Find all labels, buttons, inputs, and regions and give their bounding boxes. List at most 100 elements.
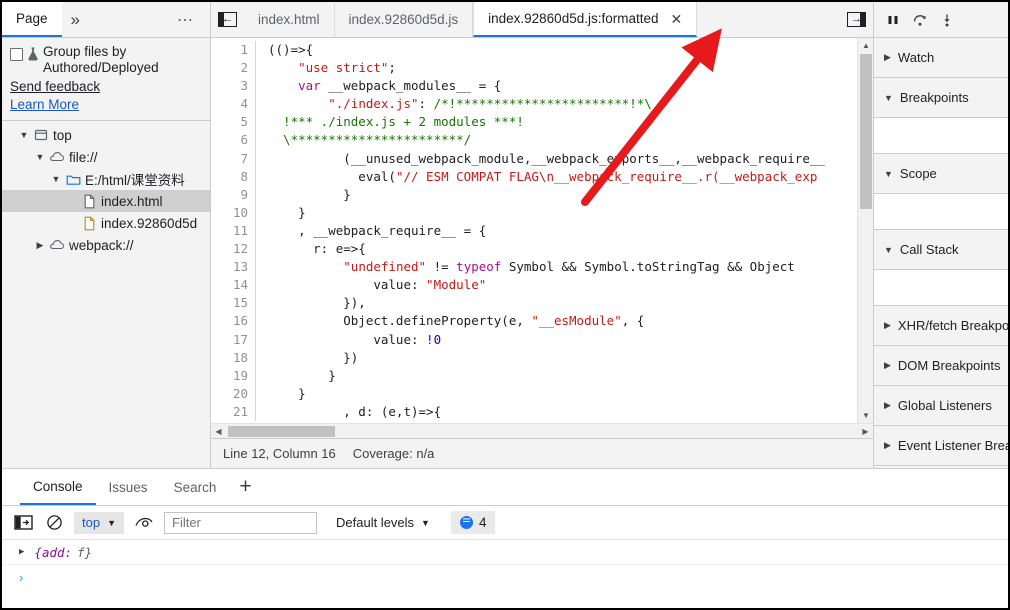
- tree-item-webpack-protocol[interactable]: ▶ webpack://: [2, 234, 210, 256]
- line-number[interactable]: 18: [211, 349, 255, 367]
- step-into-icon[interactable]: [940, 13, 954, 27]
- line-number[interactable]: 2: [211, 59, 255, 77]
- tree-item-index-js[interactable]: ▶ index.92860d5d: [2, 212, 210, 234]
- line-number[interactable]: 9: [211, 186, 255, 204]
- code-line-text: "./index.js": /*!***********************…: [328, 96, 652, 112]
- console-sidebar-icon[interactable]: [12, 512, 34, 534]
- execution-context-selector[interactable]: top ▼: [74, 511, 124, 534]
- line-number[interactable]: 20: [211, 385, 255, 403]
- console-message-function: f}: [77, 544, 93, 560]
- chevron-down-icon[interactable]: ▼: [16, 130, 32, 140]
- editor-tabbar-filler: [697, 2, 840, 37]
- console-message[interactable]: ▶ {add: f}: [2, 540, 1008, 565]
- chevron-down-icon[interactable]: ▼: [48, 174, 64, 184]
- chevron-right-icon[interactable]: ▶: [884, 360, 891, 371]
- group-files-row[interactable]: Group files by Authored/Deployed: [2, 38, 210, 78]
- live-expression-icon[interactable]: [133, 512, 155, 534]
- chevron-right-icon[interactable]: ▶: [884, 52, 891, 63]
- editor-tab-index-js-formatted[interactable]: index.92860d5d.js:formatted ✕: [473, 2, 698, 37]
- line-number[interactable]: 19: [211, 367, 255, 385]
- editor-vertical-scrollbar[interactable]: ▲ ▼: [857, 38, 873, 423]
- editor-tab-index-js[interactable]: index.92860d5d.js: [334, 2, 474, 37]
- editor-tab-index-html[interactable]: index.html: [244, 2, 335, 37]
- debugger-section-watch[interactable]: ▶ Watch: [874, 38, 1008, 78]
- debugger-section-breakpoints[interactable]: ▼ Breakpoints: [874, 78, 1008, 118]
- chevron-right-icon[interactable]: ▶: [884, 400, 891, 411]
- chevron-double-right-icon[interactable]: »: [62, 2, 88, 37]
- scroll-left-icon[interactable]: ◀: [211, 424, 226, 439]
- clear-console-icon[interactable]: [43, 512, 65, 534]
- tab-search[interactable]: Search: [161, 469, 230, 505]
- line-number[interactable]: 7: [211, 150, 255, 168]
- chevron-right-icon[interactable]: ▶: [884, 320, 891, 331]
- console-input-prompt[interactable]: ›: [2, 565, 1008, 589]
- message-count-badge[interactable]: 4: [450, 511, 496, 534]
- line-number[interactable]: 4: [211, 95, 255, 113]
- pause-icon[interactable]: [886, 13, 900, 27]
- chevron-down-icon[interactable]: ▼: [884, 169, 893, 179]
- debugger-section-xhr-fetch-breakpoints[interactable]: ▶ XHR/fetch Breakpoints: [874, 306, 1008, 346]
- group-files-checkbox[interactable]: [10, 48, 23, 61]
- line-number[interactable]: 10: [211, 204, 255, 222]
- line-number[interactable]: 16: [211, 312, 255, 330]
- log-levels-selector[interactable]: Default levels ▼: [336, 515, 430, 530]
- tree-item-top[interactable]: ▼ top: [2, 124, 210, 146]
- line-number[interactable]: 11: [211, 222, 255, 240]
- line-number[interactable]: 17: [211, 331, 255, 349]
- tab-console[interactable]: Console: [20, 469, 96, 505]
- tree-item-folder[interactable]: ▼ E:/html/课堂资料: [2, 168, 210, 190]
- chevron-down-icon[interactable]: ▼: [884, 93, 893, 103]
- scroll-down-icon[interactable]: ▼: [858, 408, 873, 423]
- log-levels-label: Default levels: [336, 515, 415, 530]
- tab-issues[interactable]: Issues: [96, 469, 161, 505]
- scroll-right-icon[interactable]: ▶: [858, 424, 873, 439]
- chevron-down-icon[interactable]: ▼: [32, 152, 48, 162]
- send-feedback-link[interactable]: Send feedback: [2, 78, 210, 96]
- debugger-section-event-listener-breakpoints[interactable]: ▶ Event Listener Breakpoints: [874, 426, 1008, 466]
- panel-forward-icon[interactable]: →: [840, 2, 873, 37]
- chevron-right-icon[interactable]: ▶: [32, 240, 48, 251]
- close-icon[interactable]: ✕: [671, 12, 683, 26]
- tab-page-label: Page: [16, 11, 48, 26]
- line-number[interactable]: 13: [211, 258, 255, 276]
- code-editor[interactable]: 1 (()=>{2 "use strict"; 3 var __webpack_mo…: [211, 38, 873, 423]
- line-number[interactable]: 15: [211, 294, 255, 312]
- line-number[interactable]: 8: [211, 168, 255, 186]
- filter-input[interactable]: [164, 511, 317, 534]
- chevron-down-icon[interactable]: ▼: [884, 245, 893, 255]
- tab-page[interactable]: Page: [2, 2, 62, 37]
- more-options-icon[interactable]: ⋯: [167, 2, 210, 37]
- debugger-section-call-stack[interactable]: ▼ Call Stack: [874, 230, 1008, 270]
- code-line-text: (()=>{: [268, 42, 314, 57]
- horizontal-scroll-thumb[interactable]: [228, 426, 335, 437]
- editor-horizontal-scrollbar[interactable]: ◀ ▶: [211, 423, 873, 438]
- chevron-right-icon[interactable]: ▶: [884, 440, 891, 451]
- debugger-sidebar: ▶ Watch ▼ Breakpoints ▼ Scope ▼ Call Stack ▶ XHR/…: [873, 2, 1008, 468]
- vertical-scroll-thumb[interactable]: [860, 54, 872, 209]
- panel-back-icon[interactable]: ←: [211, 2, 244, 37]
- debugger-section-global-listeners[interactable]: ▶ Global Listeners: [874, 386, 1008, 426]
- debugger-section-dom-breakpoints[interactable]: ▶ DOM Breakpoints: [874, 346, 1008, 386]
- debugger-section-label: Call Stack: [899, 242, 959, 257]
- drawer-tabbar: Console Issues Search +: [2, 469, 1008, 506]
- line-number[interactable]: 14: [211, 276, 255, 294]
- line-number[interactable]: 3: [211, 77, 255, 95]
- line-number[interactable]: 21: [211, 403, 255, 421]
- gutter-divider: [255, 113, 264, 132]
- line-number[interactable]: 6: [211, 131, 255, 149]
- navigator-tabbar: Page » ⋯: [2, 2, 210, 38]
- tree-item-file-protocol[interactable]: ▼ file://: [2, 146, 210, 168]
- line-number[interactable]: 1: [211, 41, 255, 59]
- learn-more-link[interactable]: Learn More: [2, 96, 210, 114]
- code-line-text: }: [268, 186, 351, 202]
- line-number[interactable]: 5: [211, 113, 255, 131]
- tree-item-index-html[interactable]: ▶ index.html: [2, 190, 210, 212]
- debugger-section-scope[interactable]: ▼ Scope: [874, 154, 1008, 194]
- chevron-down-icon: ▼: [107, 517, 116, 528]
- line-number[interactable]: 12: [211, 240, 255, 258]
- chevron-right-icon[interactable]: ▶: [19, 547, 24, 557]
- gutter-divider: [255, 384, 264, 403]
- step-over-icon[interactable]: [912, 13, 928, 27]
- scroll-up-icon[interactable]: ▲: [858, 38, 873, 53]
- plus-icon[interactable]: +: [229, 469, 261, 505]
